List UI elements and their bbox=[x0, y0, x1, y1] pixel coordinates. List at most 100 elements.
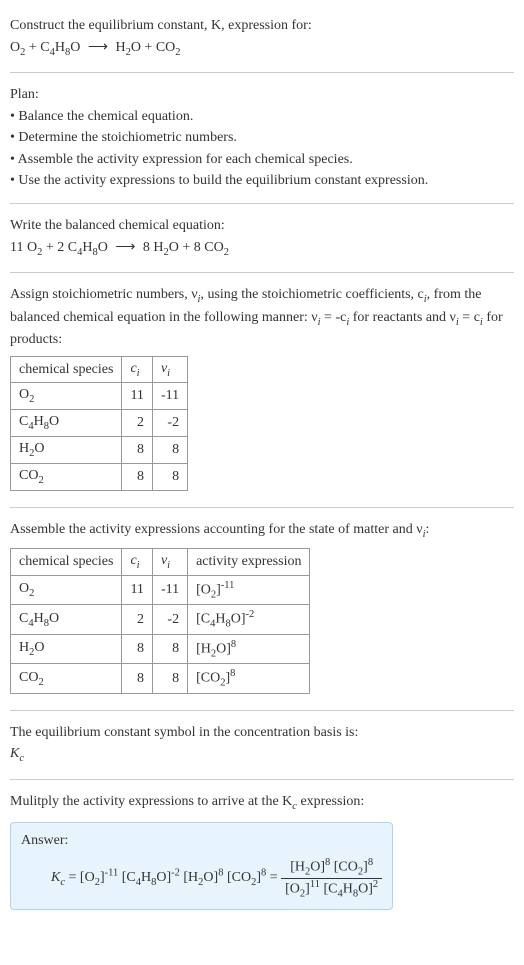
divider bbox=[10, 203, 514, 204]
cell-c: 8 bbox=[122, 437, 152, 464]
eq-o2: O bbox=[70, 40, 80, 55]
eq-h: H bbox=[55, 40, 65, 55]
table-row: H2O 8 8 [H2O]8 bbox=[11, 634, 310, 663]
arrow-icon: ⟶ bbox=[115, 240, 135, 255]
th-v-sub: i bbox=[167, 367, 170, 378]
th-c-sub: i bbox=[137, 560, 140, 571]
e1: = [O bbox=[65, 871, 95, 886]
sp: CO bbox=[19, 670, 38, 685]
cell-activity: [H2O]8 bbox=[188, 634, 310, 663]
cell-species: H2O bbox=[11, 437, 122, 464]
table-row: CO2 8 8 [CO2]8 bbox=[11, 664, 310, 693]
ac-t1: Assemble the activity expressions accoun… bbox=[10, 522, 423, 537]
th-species: chemical species bbox=[11, 356, 122, 383]
plan-item: • Use the activity expressions to build … bbox=[10, 171, 514, 191]
th-v: νi bbox=[152, 549, 187, 576]
divider bbox=[10, 710, 514, 711]
k: K bbox=[51, 871, 60, 886]
eu1: -11 bbox=[105, 868, 119, 879]
sp: H bbox=[19, 441, 29, 456]
table-row: H2O 8 8 bbox=[11, 437, 188, 464]
balanced-section: Write the balanced chemical equation: 11… bbox=[10, 208, 514, 268]
cell-c: 8 bbox=[122, 634, 152, 663]
cell-c: 8 bbox=[122, 463, 152, 490]
eq-rhs-co2: 2 bbox=[175, 46, 180, 57]
sp: H bbox=[19, 640, 29, 655]
k-sub: c bbox=[19, 753, 24, 764]
stoich-table: chemical species ci νi O2 11 -11 C4H8O 2… bbox=[10, 356, 188, 491]
ac-m: H bbox=[215, 612, 225, 627]
ft2: O] bbox=[310, 860, 325, 875]
ac: [O bbox=[196, 583, 211, 598]
ac-sup: 8 bbox=[231, 639, 236, 650]
cell-v: -11 bbox=[152, 575, 187, 604]
cell-v: -2 bbox=[152, 605, 187, 634]
table-row: C4H8O 2 -2 bbox=[11, 410, 188, 437]
answer-equation: Kc = [O2]-11 [C4H8O]-2 [H2O]8 [CO2]8 = [… bbox=[21, 857, 382, 899]
sp: C bbox=[19, 414, 28, 429]
divider bbox=[10, 507, 514, 508]
sp-m: H bbox=[34, 611, 44, 626]
intro-prompt: Construct the equilibrium constant, K, e… bbox=[10, 16, 514, 36]
plan-item: • Determine the stoichiometric numbers. bbox=[10, 128, 514, 148]
sp-p: O bbox=[34, 640, 44, 655]
sp-sub: 2 bbox=[29, 588, 34, 599]
sp: O bbox=[19, 387, 29, 402]
th-c-sub: i bbox=[137, 367, 140, 378]
table-header-row: chemical species ci νi activity expressi… bbox=[11, 549, 310, 576]
st-t1: Assign stoichiometric numbers, ν bbox=[10, 287, 198, 302]
cell-v: 8 bbox=[152, 634, 187, 663]
plan-title: Plan: bbox=[10, 85, 514, 105]
eu2: -2 bbox=[171, 868, 180, 879]
e3: [C bbox=[118, 871, 136, 886]
sp: O bbox=[19, 581, 29, 596]
e8: [CO bbox=[223, 871, 251, 886]
cell-v: 8 bbox=[152, 437, 187, 464]
ft1: [H bbox=[290, 860, 305, 875]
stoich-section: Assign stoichiometric numbers, νi, using… bbox=[10, 277, 514, 503]
ac: [C bbox=[196, 612, 210, 627]
cell-species: CO2 bbox=[11, 664, 122, 693]
cell-v: 8 bbox=[152, 463, 187, 490]
ac: [CO bbox=[196, 671, 220, 686]
fb5: O] bbox=[358, 881, 373, 896]
fb1: [O bbox=[285, 881, 300, 896]
th-activity: activity expression bbox=[188, 549, 310, 576]
table-row: O2 11 -11 [O2]-11 bbox=[11, 575, 310, 604]
arrow-icon: ⟶ bbox=[88, 40, 108, 55]
fbu2: 2 bbox=[373, 879, 378, 890]
ac: [H bbox=[196, 642, 211, 657]
cell-species: C4H8O bbox=[11, 410, 122, 437]
fi-t2: expression: bbox=[297, 794, 364, 809]
cell-c: 8 bbox=[122, 664, 152, 693]
sp-sub: 2 bbox=[29, 394, 34, 405]
eq-rhs-h: H bbox=[115, 40, 125, 55]
plan-item: • Balance the chemical equation. bbox=[10, 107, 514, 127]
balanced-title: Write the balanced chemical equation: bbox=[10, 216, 514, 236]
st-t4: = -c bbox=[321, 310, 347, 325]
sp-p: O bbox=[49, 414, 59, 429]
bal-6: O + 8 CO bbox=[169, 240, 224, 255]
fraction-numerator: [H2O]8 [CO2]8 bbox=[281, 857, 382, 878]
e10: = bbox=[266, 871, 281, 886]
fraction-denominator: [O2]11 [C4H8O]2 bbox=[281, 879, 382, 899]
ft3: [CO bbox=[330, 860, 358, 875]
cell-species: H2O bbox=[11, 634, 122, 663]
bal-2: + 2 C bbox=[42, 240, 77, 255]
e6: [H bbox=[180, 871, 198, 886]
sp: C bbox=[19, 611, 28, 626]
cell-activity: [O2]-11 bbox=[188, 575, 310, 604]
bal-5: 8 H bbox=[143, 240, 164, 255]
fb3: [C bbox=[320, 881, 338, 896]
st-t6: = c bbox=[459, 310, 480, 325]
cell-v: -11 bbox=[152, 383, 187, 410]
plan-section: Plan: • Balance the chemical equation. •… bbox=[10, 77, 514, 199]
cell-v: -2 bbox=[152, 410, 187, 437]
divider bbox=[10, 72, 514, 73]
cell-c: 2 bbox=[122, 410, 152, 437]
activity-intro: Assemble the activity expressions accoun… bbox=[10, 520, 514, 542]
sp-p: O bbox=[34, 441, 44, 456]
ac-p: O] bbox=[231, 612, 246, 627]
fraction: [H2O]8 [CO2]8[O2]11 [C4H8O]2 bbox=[281, 857, 382, 899]
table-row: C4H8O 2 -2 [C4H8O]-2 bbox=[11, 605, 310, 634]
